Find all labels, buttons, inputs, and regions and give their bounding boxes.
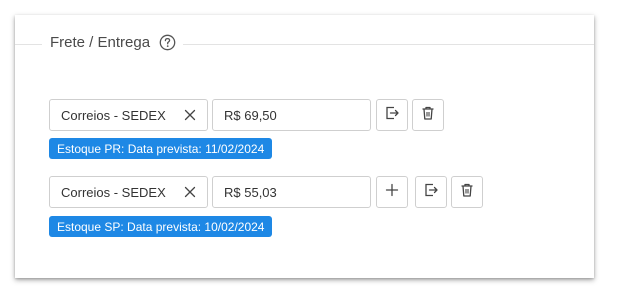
transfer-button[interactable]: [376, 99, 408, 131]
carrier-select[interactable]: Correios - SEDEX: [49, 99, 208, 131]
shipping-option-row: Correios - SEDEX R$ 69,50: [49, 99, 444, 131]
carrier-select[interactable]: Correios - SEDEX: [49, 176, 208, 208]
carrier-value: Correios - SEDEX: [61, 184, 166, 200]
transfer-button[interactable]: [415, 176, 447, 208]
delete-button[interactable]: [412, 99, 444, 131]
trash-icon: [459, 182, 475, 203]
delete-button[interactable]: [451, 176, 483, 208]
clear-icon[interactable]: [184, 186, 196, 198]
plus-icon: [384, 182, 400, 203]
fieldset-border-left: [15, 44, 42, 45]
shipping-card: Frete / Entrega Correios - SEDEX R$ 69,5…: [15, 15, 594, 278]
trash-icon: [420, 105, 436, 126]
price-field[interactable]: R$ 69,50: [212, 99, 371, 131]
logout-arrow-icon: [423, 182, 439, 203]
logout-arrow-icon: [384, 105, 400, 126]
shipping-option-row: Correios - SEDEX R$ 55,03: [49, 176, 483, 208]
help-circle-icon[interactable]: [159, 34, 176, 51]
fieldset-border-right: [183, 44, 594, 45]
carrier-value: Correios - SEDEX: [61, 107, 166, 123]
delivery-estimate-badge: Estoque PR: Data prevista: 11/02/2024: [49, 138, 273, 159]
price-value: R$ 69,50: [224, 107, 277, 123]
clear-icon[interactable]: [184, 109, 196, 121]
delivery-estimate-badge: Estoque SP: Data prevista: 10/02/2024: [49, 216, 273, 237]
price-field[interactable]: R$ 55,03: [212, 176, 371, 208]
section-title: Frete / Entrega: [50, 34, 151, 51]
price-value: R$ 55,03: [224, 184, 277, 200]
add-button[interactable]: [376, 176, 408, 208]
section-legend: Frete / Entrega: [50, 34, 176, 51]
